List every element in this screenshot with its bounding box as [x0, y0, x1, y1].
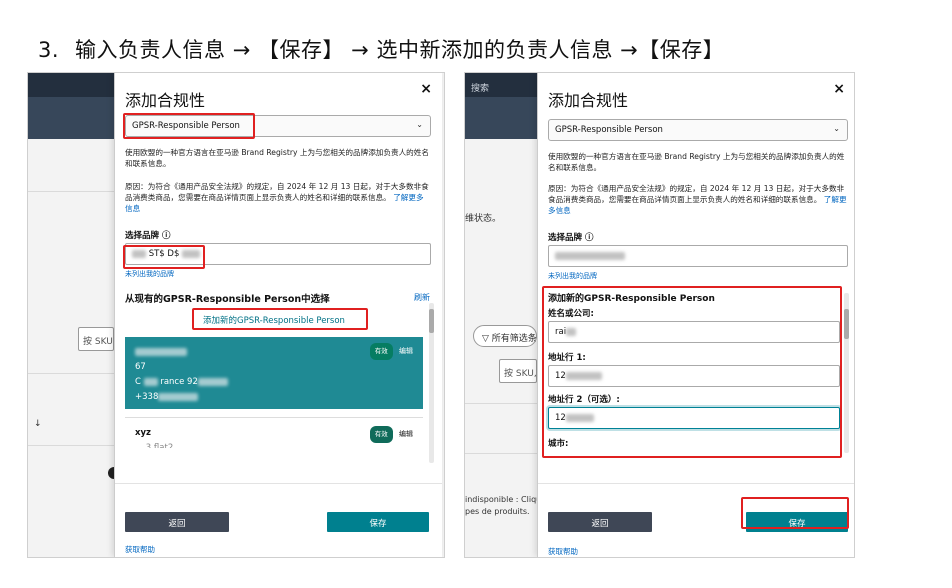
bg-sku-search[interactable]: 按 SKU, — [78, 327, 114, 351]
chevron-down-icon: ⌄ — [416, 120, 423, 129]
city-label: 城市: — [548, 439, 569, 449]
bg-divider — [28, 373, 114, 374]
bg-nav-bar — [28, 97, 114, 139]
bg-arrow-down-icon: ↓ — [34, 419, 42, 429]
bg-divider — [465, 453, 537, 454]
bg-notice-line: indisponible : Cliqu — [465, 495, 542, 504]
back-button[interactable]: 返回 — [125, 512, 229, 532]
close-icon[interactable]: × — [420, 81, 432, 97]
bg-notice-line: pes de produits. — [465, 507, 530, 516]
blurred-text — [566, 327, 577, 336]
help-link[interactable]: 获取帮助 — [548, 546, 578, 557]
card-actions: 有效 编辑 — [369, 343, 413, 360]
address1-field[interactable]: 12 — [548, 365, 840, 387]
select-value: GPSR-Responsible Person — [132, 121, 240, 131]
screenshot-left: 按 SKU, ↓ 添加合规性 × GPSR-Responsible Person… — [27, 72, 445, 558]
close-icon[interactable]: × — [833, 81, 845, 97]
reason-body: 原因：为符合《通用产品安全法规》的规定，自 2024 年 12 月 13 日起，… — [548, 184, 845, 204]
name-field[interactable]: rai — [548, 321, 840, 343]
brand-not-listed-link[interactable]: 未列出我的品牌 — [548, 271, 597, 281]
blurred-text — [143, 377, 158, 386]
address1-value: 12 — [555, 371, 566, 381]
brand-not-listed-link[interactable]: 未列出我的品牌 — [125, 269, 174, 279]
step-text: 输入负责人信息 → 【保存】 → 选中新添加的负责人信息 →【保存】 — [75, 38, 725, 62]
edit-link[interactable]: 编辑 — [399, 430, 413, 438]
card-line: C rance 92 — [135, 375, 413, 390]
blurred-text — [555, 251, 625, 260]
step-number: 3. — [38, 38, 60, 62]
scrollbar-thumb[interactable] — [429, 309, 434, 333]
name-value: rai — [555, 327, 567, 337]
person-card[interactable]: xyz ... 3 flat2 有效 编辑 — [125, 417, 423, 467]
blurred-text — [158, 392, 199, 401]
blurred-text — [565, 371, 602, 380]
chevron-down-icon: ⌄ — [833, 124, 840, 133]
card-line: 67 — [135, 362, 146, 372]
modal-footer: 返回 保存 获取帮助 — [538, 483, 854, 557]
help-link[interactable]: 获取帮助 — [125, 544, 155, 555]
choose-existing-heading: 从现有的GPSR-Responsible Person中选择 — [125, 294, 330, 305]
bg-divider — [465, 403, 537, 404]
status-badge: 有效 — [369, 343, 393, 360]
card-text: rance 92 — [160, 377, 198, 387]
modal-title: 添加合规性 — [548, 91, 629, 110]
status-badge: 有效 — [369, 426, 393, 443]
bg-nav-bar — [465, 97, 537, 139]
address1-label: 地址行 1: — [548, 353, 586, 363]
intro-text: 使用欧盟的一种官方语言在亚马逊 Brand Registry 上为与您相关的品牌… — [125, 148, 429, 168]
brand-value: ST$ D$ — [148, 249, 180, 259]
card-line: +338 — [135, 390, 413, 405]
compliance-type-select[interactable]: GPSR-Responsible Person ⌄ — [125, 115, 431, 137]
screenshot-right: 搜索 维状态。 ▽ 所有筛选条 按 SKU, indisponible : Cl… — [464, 72, 855, 558]
compliance-modal: 添加合规性 × GPSR-Responsible Person ⌄ 使用欧盟的一… — [537, 73, 854, 557]
card-text: C — [135, 377, 141, 387]
brand-select[interactable] — [548, 245, 848, 267]
address2-label: 地址行 2（可选）: — [548, 395, 620, 405]
add-new-person-link[interactable]: 添加新的GPSR-Responsible Person — [203, 314, 345, 326]
blurred-text — [135, 347, 187, 356]
bg-top-bar — [28, 73, 114, 97]
compliance-modal: 添加合规性 × GPSR-Responsible Person ⌄ 使用欧盟的一… — [114, 73, 442, 557]
save-button[interactable]: 保存 — [327, 512, 429, 532]
compliance-type-select[interactable]: GPSR-Responsible Person ⌄ — [548, 119, 848, 141]
intro-text: 使用欧盟的一种官方语言在亚马逊 Brand Registry 上为与您相关的品牌… — [548, 152, 845, 172]
blurred-text — [565, 413, 594, 422]
modal-title: 添加合规性 — [125, 91, 206, 110]
edit-link[interactable]: 编辑 — [399, 347, 413, 355]
select-value: GPSR-Responsible Person — [555, 125, 663, 135]
back-button[interactable]: 返回 — [548, 512, 652, 532]
card-text: +338 — [135, 392, 159, 402]
reason-text: 原因：为符合《通用产品安全法规》的规定，自 2024 年 12 月 13 日起，… — [548, 183, 848, 216]
card-actions: 有效 编辑 — [369, 426, 413, 443]
brand-select[interactable]: ST$ D$ — [125, 243, 431, 265]
scrollbar-thumb[interactable] — [844, 309, 849, 339]
blurred-text — [197, 377, 228, 386]
bg-search[interactable]: 搜索 — [471, 81, 489, 94]
blurred-text — [182, 249, 201, 258]
reason-body: 原因：为符合《通用产品安全法规》的规定，自 2024 年 12 月 13 日起，… — [125, 182, 429, 202]
bg-sku-search[interactable]: 按 SKU, — [499, 359, 537, 383]
brand-label: 选择品牌 ⓘ — [548, 233, 594, 243]
modal-footer: 返回 保存 获取帮助 — [115, 483, 442, 557]
bg-filter-button[interactable]: ▽ 所有筛选条 — [473, 325, 537, 347]
bg-status-text: 维状态。 — [465, 214, 502, 224]
person-card-selected[interactable]: 67 C rance 92 +338 有效 编辑 — [125, 337, 423, 409]
add-new-section-title: 添加新的GPSR-Responsible Person — [548, 294, 715, 304]
name-label: 姓名或公司: — [548, 309, 594, 319]
refresh-link[interactable]: 刷新 — [414, 292, 430, 303]
bg-divider — [28, 191, 114, 192]
blurred-text — [132, 249, 146, 258]
save-button[interactable]: 保存 — [746, 512, 848, 532]
reason-text: 原因：为符合《通用产品安全法规》的规定，自 2024 年 12 月 13 日起，… — [125, 181, 431, 214]
step-heading: 3. 输入负责人信息 → 【保存】 → 选中新添加的负责人信息 →【保存】 — [38, 34, 724, 64]
address2-value: 12 — [555, 413, 566, 423]
address2-field[interactable]: 12 — [548, 407, 840, 429]
bg-divider — [28, 445, 114, 446]
brand-label: 选择品牌 ⓘ — [125, 231, 171, 241]
bg-filter-label: 所有筛选条 — [491, 334, 537, 344]
